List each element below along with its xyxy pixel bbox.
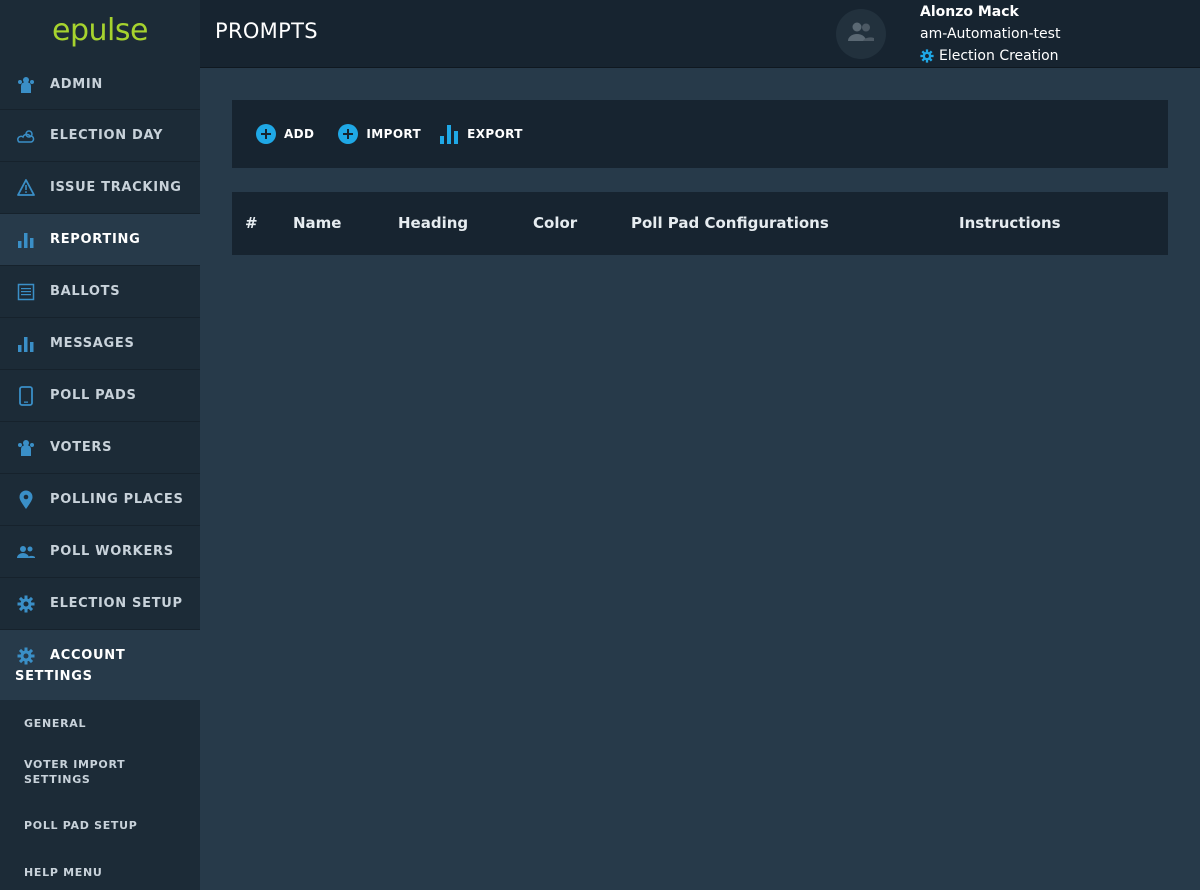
toolbar: ADD IMPORT EXPORT — [232, 100, 1168, 168]
column-header-poll-pad-configurations[interactable]: Poll Pad Configurations — [631, 214, 829, 232]
bar-chart-icon — [439, 124, 459, 144]
sidebar-item-label: POLLING PLACES — [50, 492, 184, 507]
logo[interactable]: epulse — [0, 0, 200, 60]
user-name: Alonzo Mack — [920, 4, 1019, 20]
sidebar-item-admin[interactable]: ADMIN — [0, 60, 200, 110]
sidebar-item-label: MESSAGES — [50, 336, 135, 351]
group-icon — [15, 541, 37, 563]
import-button[interactable]: IMPORT — [338, 124, 421, 144]
export-button[interactable]: EXPORT — [439, 124, 523, 144]
sidebar-item-account-settings[interactable]: ACCOUNT SETTINGS — [0, 630, 200, 700]
prompts-table-header: # Name Heading Color Poll Pad Configurat… — [232, 192, 1168, 255]
sidebar-item-label: ELECTION DAY — [50, 128, 164, 143]
user-group-icon — [846, 21, 876, 47]
sidebar-item-voters[interactable]: VOTERS — [0, 422, 200, 474]
avatar[interactable] — [836, 9, 886, 59]
ballot-icon — [15, 281, 37, 303]
election-selector[interactable]: Election Creation — [920, 45, 1060, 67]
gear-icon — [920, 49, 934, 63]
logo-text: epulse — [52, 12, 148, 48]
election-name: Election Creation — [939, 48, 1059, 64]
top-header: PROMPTS Alonzo Mack am-Automation-test E… — [200, 0, 1200, 68]
export-label: EXPORT — [467, 127, 523, 141]
sidebar-item-label: SETTINGS — [15, 669, 93, 684]
sidebar-item-messages[interactable]: MESSAGES — [0, 318, 200, 370]
cloud-sun-icon — [15, 125, 37, 147]
sidebar-item-label: ADMIN — [50, 77, 104, 92]
column-header-instructions[interactable]: Instructions — [959, 214, 1061, 232]
sidebar-item-label: ACCOUNT — [50, 648, 126, 663]
sidebar-item-poll-workers[interactable]: POLL WORKERS — [0, 526, 200, 578]
column-header-heading[interactable]: Heading — [398, 214, 468, 232]
sidebar-item-label: ISSUE TRACKING — [50, 180, 182, 195]
sidebar-item-poll-pads[interactable]: POLL PADS — [0, 370, 200, 422]
people-icon — [15, 74, 37, 96]
sidebar-item-election-setup[interactable]: ELECTION SETUP — [0, 578, 200, 630]
page-title: PROMPTS — [215, 19, 318, 43]
column-header-number[interactable]: # — [245, 214, 258, 232]
sidebar-subitem-help-menu[interactable]: HELP MENU — [0, 866, 200, 886]
sidebar-item-polling-places[interactable]: POLLING PLACES — [0, 474, 200, 526]
sidebar-item-label: REPORTING — [50, 232, 141, 247]
gear-icon — [15, 645, 37, 667]
add-button[interactable]: ADD — [256, 124, 314, 144]
sidebar-item-ballots[interactable]: BALLOTS — [0, 266, 200, 318]
sidebar-subitem-general[interactable]: GENERAL — [0, 717, 200, 757]
sidebar-item-election-day[interactable]: ELECTION DAY — [0, 110, 200, 162]
sidebar-item-label: POLL WORKERS — [50, 544, 174, 559]
sidebar: epulse ADMIN ELECTION DAY ISSUE TRACKING… — [0, 0, 200, 890]
map-pin-icon — [15, 489, 37, 511]
user-account: am-Automation-test — [920, 26, 1061, 42]
tablet-icon — [15, 385, 37, 407]
plus-circle-icon — [256, 124, 276, 144]
people-icon — [15, 437, 37, 459]
sidebar-item-label: POLL PADS — [50, 388, 137, 403]
sidebar-subitem-poll-pad-setup[interactable]: POLL PAD SETUP — [0, 819, 200, 866]
warning-icon — [15, 177, 37, 199]
sidebar-item-issue-tracking[interactable]: ISSUE TRACKING — [0, 162, 200, 214]
sidebar-item-label: BALLOTS — [50, 284, 121, 299]
sidebar-item-label: VOTERS — [50, 440, 113, 455]
plus-circle-icon — [338, 124, 359, 144]
bar-chart-icon — [15, 333, 37, 355]
user-info: Alonzo Mack am-Automation-test Election … — [920, 2, 1060, 67]
bar-chart-icon — [15, 229, 37, 251]
sidebar-item-label: ELECTION SETUP — [50, 596, 183, 611]
sidebar-item-reporting[interactable]: REPORTING — [0, 214, 200, 266]
column-header-name[interactable]: Name — [293, 214, 341, 232]
sidebar-subitem-voter-import-settings[interactable]: VOTER IMPORT SETTINGS — [0, 757, 130, 819]
column-header-color[interactable]: Color — [533, 214, 577, 232]
import-label: IMPORT — [366, 127, 422, 141]
gear-icon — [15, 593, 37, 615]
add-label: ADD — [284, 127, 315, 141]
